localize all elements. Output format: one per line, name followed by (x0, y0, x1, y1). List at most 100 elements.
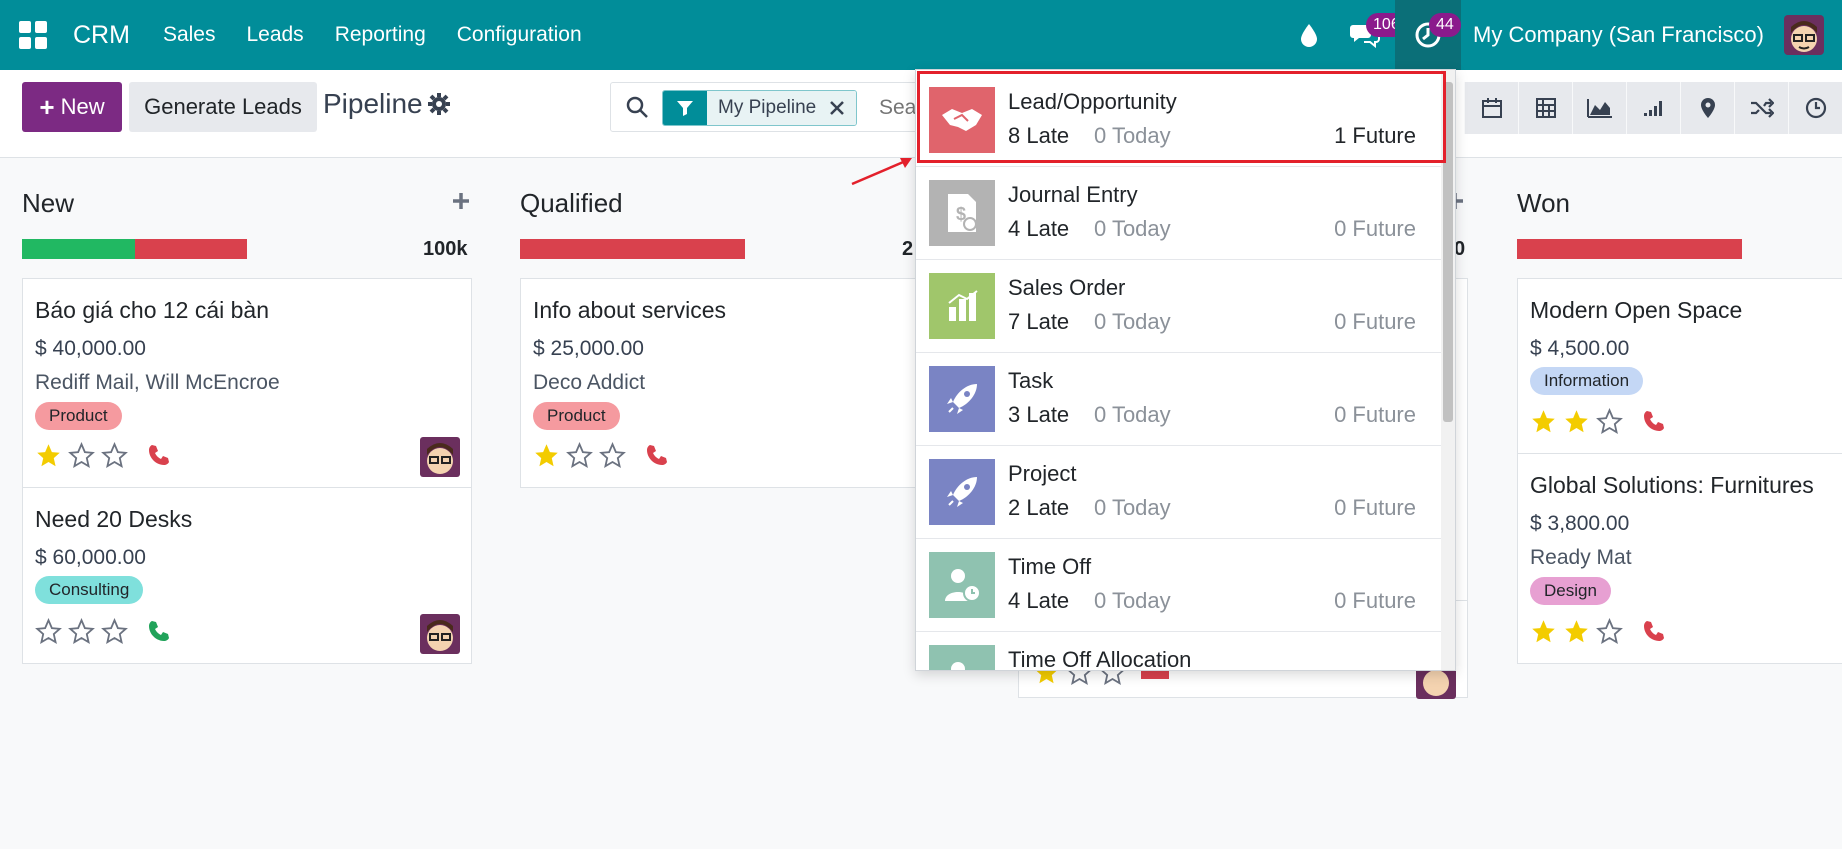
dropdown-scrollbar[interactable] (1441, 70, 1455, 670)
star-filled-icon[interactable] (1530, 408, 1557, 435)
view-map-icon[interactable] (1680, 82, 1734, 134)
apps-menu-icon[interactable] (19, 21, 47, 49)
priority-stars[interactable] (533, 442, 626, 469)
star-filled-icon[interactable] (1530, 618, 1557, 645)
star-filled-icon[interactable] (1563, 618, 1590, 645)
priority-stars[interactable] (1530, 618, 1623, 645)
debug-drop-icon[interactable] (1283, 0, 1335, 70)
activity-late-count[interactable]: 7 Late (1008, 309, 1069, 335)
activity-future-count[interactable]: 0 Future (1334, 216, 1416, 242)
activity-name: Journal Entry (1008, 182, 1138, 207)
messages-button[interactable]: 106 (1335, 0, 1407, 70)
activities-button[interactable]: 44 (1395, 0, 1462, 70)
activity-future-count[interactable]: 0 Future (1334, 588, 1416, 614)
view-graph-icon[interactable] (1572, 82, 1626, 134)
add-card-icon[interactable] (452, 192, 470, 215)
star-filled-icon[interactable] (35, 442, 62, 469)
activity-future-count[interactable]: 1 Future (1334, 123, 1416, 149)
app-brand[interactable]: CRM (73, 21, 130, 50)
star-empty-icon[interactable] (1596, 408, 1623, 435)
activity-today-count[interactable]: 0 Today (1094, 588, 1171, 614)
progress-segment-overdue[interactable] (135, 239, 247, 259)
company-switcher[interactable]: My Company (San Francisco) (1473, 22, 1764, 48)
kanban-card[interactable]: Global Solutions: Furnitures $ 3,800.00 … (1517, 453, 1842, 664)
priority-stars[interactable] (35, 618, 128, 645)
menu-configuration[interactable]: Configuration (457, 23, 582, 47)
activity-item-time-off-allocation[interactable]: Time Off Allocation (916, 632, 1442, 670)
column-progress-bar[interactable] (22, 239, 247, 259)
priority-stars[interactable] (35, 442, 128, 469)
salesperson-avatar[interactable] (420, 614, 460, 654)
star-filled-icon[interactable] (1563, 408, 1590, 435)
phone-icon[interactable] (147, 619, 171, 643)
view-shuffle-icon[interactable] (1734, 82, 1788, 134)
view-calendar-icon[interactable] (1464, 82, 1518, 134)
kanban-card[interactable]: Need 20 Desks $ 60,000.00 Consulting (22, 487, 472, 664)
activity-item-task[interactable]: Task 3 Late 0 Today 0 Future (916, 353, 1442, 446)
facet-remove-icon[interactable] (830, 91, 857, 125)
user-avatar[interactable] (1784, 15, 1824, 55)
menu-reporting[interactable]: Reporting (335, 23, 426, 47)
salesperson-avatar[interactable] (420, 437, 460, 477)
card-tag: Product (35, 402, 122, 430)
activity-late-count[interactable]: 3 Late (1008, 402, 1069, 428)
progress-segment-planned[interactable] (22, 239, 135, 259)
card-amount: $ 3,800.00 (1530, 512, 1630, 535)
phone-icon[interactable] (147, 443, 171, 467)
activity-today-count[interactable]: 0 Today (1094, 123, 1171, 149)
activity-item-time-off[interactable]: Time Off 4 Late 0 Today 0 Future (916, 539, 1442, 632)
activity-today-count[interactable]: 0 Today (1094, 402, 1171, 428)
activity-late-count[interactable]: 4 Late (1008, 216, 1069, 242)
kanban-card[interactable]: Báo giá cho 12 cái bàn $ 40,000.00 Redif… (22, 278, 472, 488)
scrollbar-thumb[interactable] (1443, 82, 1453, 422)
activity-today-count[interactable]: 0 Today (1094, 495, 1171, 521)
star-empty-icon[interactable] (599, 442, 626, 469)
search-icon[interactable] (625, 95, 649, 119)
star-empty-icon[interactable] (101, 442, 128, 469)
priority-stars[interactable] (1530, 408, 1623, 435)
star-empty-icon[interactable] (101, 618, 128, 645)
phone-icon[interactable] (1642, 619, 1666, 643)
progress-segment-overdue[interactable] (520, 239, 745, 259)
star-empty-icon[interactable] (68, 618, 95, 645)
activity-item-sales-order[interactable]: Sales Order 7 Late 0 Today 0 Future (916, 260, 1442, 353)
activity-late-count[interactable]: 8 Late (1008, 123, 1069, 149)
star-empty-icon[interactable] (1596, 618, 1623, 645)
activity-today-count[interactable]: 0 Today (1094, 309, 1171, 335)
activity-item-project[interactable]: Project 2 Late 0 Today 0 Future (916, 446, 1442, 539)
activity-future-count[interactable]: 0 Future (1334, 495, 1416, 521)
view-cohort-icon[interactable] (1626, 82, 1680, 134)
activity-future-count[interactable]: 0 Future (1334, 309, 1416, 335)
gear-icon[interactable] (428, 93, 450, 115)
generate-leads-button[interactable]: Generate Leads (129, 82, 317, 132)
activity-late-count[interactable]: 4 Late (1008, 588, 1069, 614)
menu-leads[interactable]: Leads (246, 23, 303, 47)
menu-sales[interactable]: Sales (163, 23, 216, 47)
activity-item-lead-opportunity[interactable]: Lead/Opportunity 8 Late 0 Today 1 Future (916, 74, 1442, 167)
activity-today-count[interactable]: 0 Today (1094, 216, 1171, 242)
column-progress-bar[interactable] (520, 239, 745, 259)
phone-icon[interactable] (1642, 409, 1666, 433)
card-title: Global Solutions: Furnitures (1530, 472, 1814, 498)
card-amount: $ 4,500.00 (1530, 337, 1630, 360)
star-empty-icon[interactable] (566, 442, 593, 469)
progress-segment-overdue[interactable] (1517, 239, 1742, 259)
kanban-card[interactable]: Info about services $ 25,000.00 Deco Add… (520, 278, 920, 488)
activity-item-journal-entry[interactable]: $ Journal Entry 4 Late 0 Today 0 Future (916, 167, 1442, 260)
phone-icon[interactable] (645, 443, 669, 467)
activities-badge: 44 (1429, 13, 1461, 37)
kanban-card[interactable]: Modern Open Space $ 4,500.00 Information (1517, 278, 1842, 454)
view-pivot-icon[interactable] (1518, 82, 1572, 134)
new-button[interactable]: + New (22, 82, 122, 132)
column-title: New (22, 188, 75, 218)
column-progress-bar[interactable] (1517, 239, 1742, 259)
handshake-icon (929, 87, 995, 153)
activity-late-count[interactable]: 2 Late (1008, 495, 1069, 521)
star-filled-icon[interactable] (533, 442, 560, 469)
column-total: 100k (423, 238, 468, 260)
star-empty-icon[interactable] (68, 442, 95, 469)
activity-future-count[interactable]: 0 Future (1334, 402, 1416, 428)
star-empty-icon[interactable] (35, 618, 62, 645)
annotation-arrow-icon (851, 158, 912, 186)
view-activity-icon[interactable] (1788, 82, 1842, 134)
